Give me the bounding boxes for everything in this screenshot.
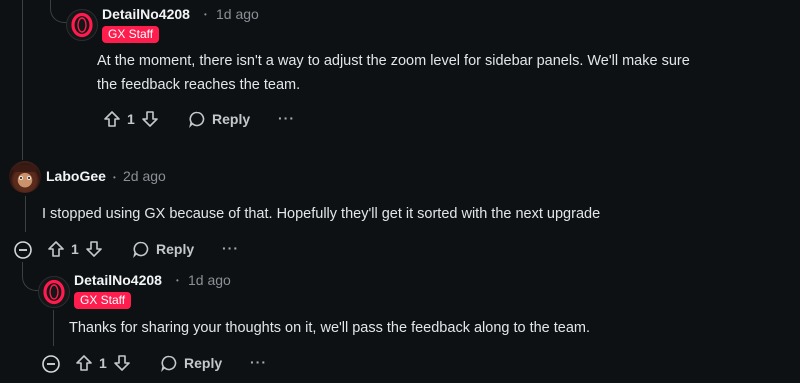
separator-dot: • (113, 173, 116, 182)
reply-label: Reply (184, 355, 223, 371)
more-options-button[interactable]: ··· (250, 354, 267, 370)
separator-dot: • (176, 276, 179, 285)
comment-text-line: At the moment, there isn't a way to adju… (97, 53, 690, 69)
comment-timestamp[interactable]: 1d ago (216, 6, 259, 22)
reply-label: Reply (156, 241, 195, 257)
upvote-arrow-icon[interactable] (47, 240, 65, 258)
downvote-arrow-icon[interactable] (113, 354, 131, 372)
reply-button[interactable]: Reply (160, 354, 222, 372)
vote-group: 1 (47, 240, 103, 258)
comment-author[interactable]: DetailNo4208 (102, 6, 190, 22)
vote-group: 1 (103, 110, 159, 128)
staff-badge: GX Staff (74, 292, 132, 309)
thread-line (53, 310, 54, 346)
comment-text-line: Thanks for sharing your thoughts on it, … (69, 320, 591, 336)
thread-connector (22, 268, 39, 291)
speech-bubble-icon (132, 240, 150, 258)
thread-line (22, 0, 23, 160)
speech-bubble-icon (160, 354, 178, 372)
reply-label: Reply (212, 111, 251, 127)
collapse-minus-icon[interactable] (41, 354, 61, 374)
more-options-button[interactable]: ··· (278, 110, 295, 126)
comment-body: At the moment, there isn't a way to adju… (97, 49, 797, 97)
separator-dot: • (204, 10, 207, 19)
comment-text-line: the feedback reaches the team. (97, 77, 301, 93)
opera-gx-logo-icon (71, 12, 93, 38)
vote-group: 1 (75, 354, 131, 372)
staff-avatar[interactable] (66, 9, 98, 41)
comment-author[interactable]: DetailNo4208 (74, 272, 162, 288)
comment-body: I stopped using GX because of that. Hope… (42, 202, 782, 226)
upvote-arrow-icon[interactable] (75, 354, 93, 372)
user-avatar-image-icon (13, 165, 37, 180)
downvote-arrow-icon[interactable] (85, 240, 103, 258)
speech-bubble-icon (188, 110, 206, 128)
more-options-button[interactable]: ··· (222, 240, 239, 256)
opera-gx-logo-icon (43, 279, 65, 305)
downvote-arrow-icon[interactable] (141, 110, 159, 128)
collapse-minus-icon[interactable] (13, 240, 33, 260)
reply-button[interactable]: Reply (132, 240, 194, 258)
staff-badge: GX Staff (102, 26, 160, 43)
staff-avatar[interactable] (38, 276, 70, 308)
comment-author[interactable]: LaboGee (46, 168, 106, 184)
reply-button[interactable]: Reply (188, 110, 250, 128)
upvote-arrow-icon[interactable] (103, 110, 121, 128)
vote-count: 1 (99, 355, 107, 371)
comment-text-line: I stopped using GX because of that. Hope… (42, 206, 601, 222)
comment-timestamp[interactable]: 1d ago (188, 272, 231, 288)
vote-count: 1 (71, 241, 79, 257)
comment-timestamp[interactable]: 2d ago (123, 168, 166, 184)
comment-body: Thanks for sharing your thoughts on it, … (69, 316, 789, 340)
vote-count: 1 (127, 111, 135, 127)
user-avatar[interactable] (9, 161, 41, 193)
thread-line (25, 196, 26, 232)
